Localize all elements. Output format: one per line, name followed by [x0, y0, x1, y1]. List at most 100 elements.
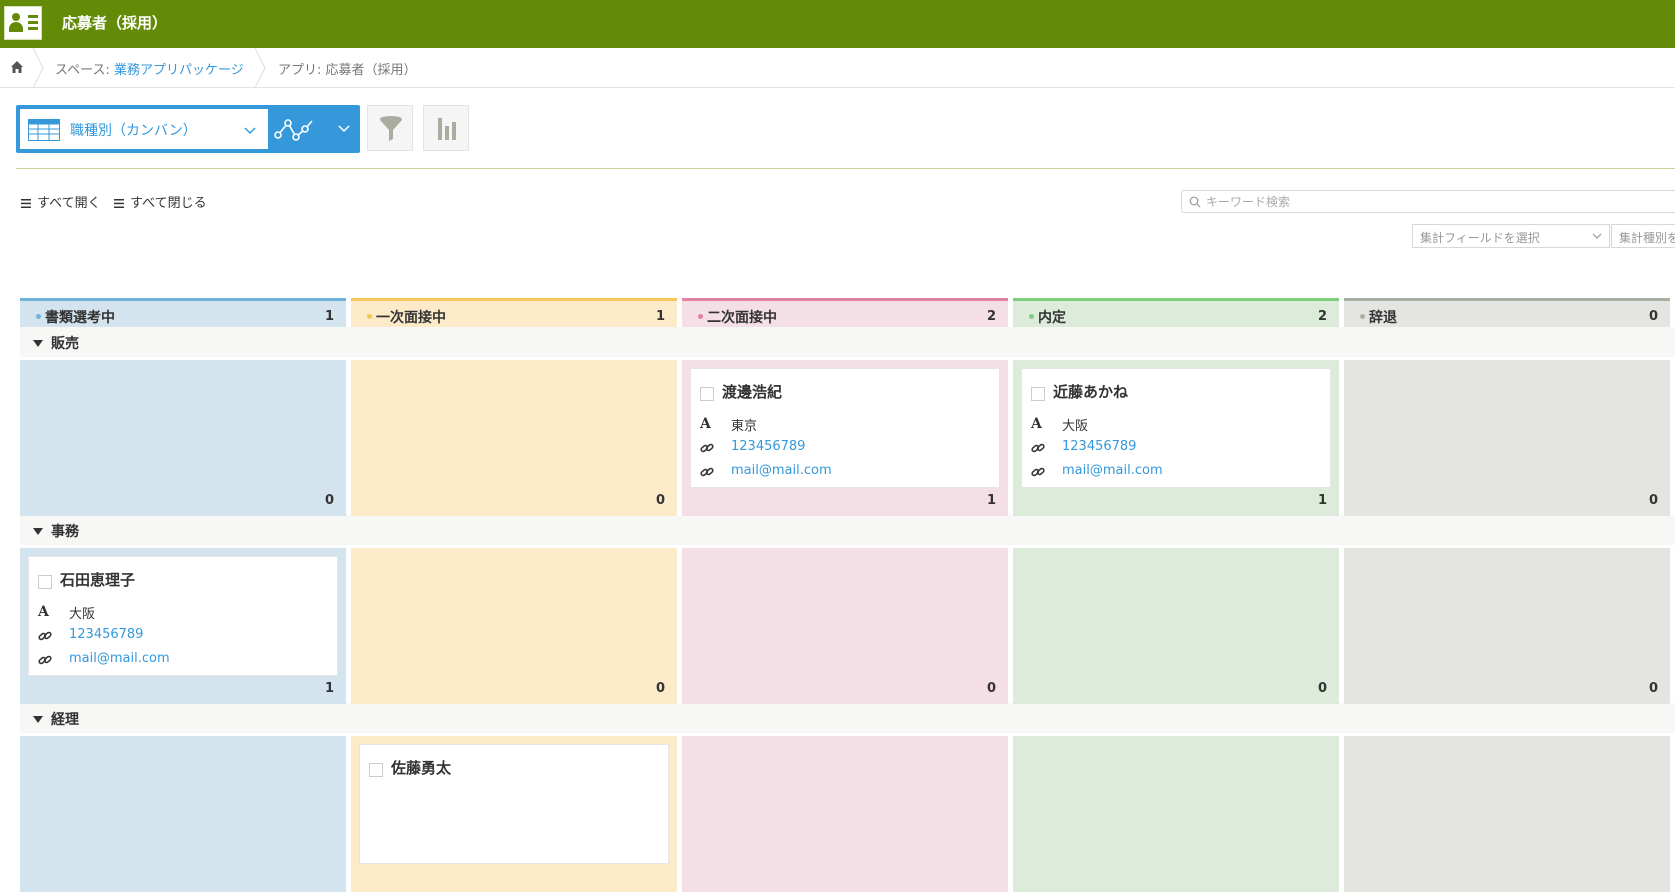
- cell-count: 0: [1648, 681, 1658, 696]
- swimlane-header[interactable]: 販売: [20, 327, 1675, 357]
- kanban-cell: [1344, 736, 1670, 892]
- chevron-down-icon: [1592, 233, 1602, 239]
- chevron-down-icon[interactable]: [338, 125, 350, 133]
- app-header: 応募者（採用）: [0, 0, 1675, 48]
- applicant-card[interactable]: 近藤あかね A 大阪 123456789 mail@mail.com: [1021, 368, 1331, 488]
- list-icon: [21, 199, 31, 208]
- phone-link[interactable]: 123456789: [69, 627, 143, 642]
- phone-link[interactable]: 123456789: [731, 439, 805, 454]
- kanban-cell: 0: [1013, 548, 1339, 704]
- location-value: 大阪: [69, 607, 96, 622]
- graph-icon[interactable]: [274, 117, 316, 143]
- collapse-triangle-icon: [33, 339, 43, 347]
- kanban-cell: 0: [1344, 360, 1670, 516]
- applicant-name: 近藤あかね: [1053, 383, 1129, 401]
- swimlane-label: 経理: [33, 709, 79, 729]
- kanban-cell: [20, 736, 346, 892]
- expand-all-button[interactable]: すべて開く: [21, 192, 101, 211]
- text-field-icon: A: [38, 604, 49, 620]
- swimlane-label: 販売: [33, 333, 79, 353]
- card-checkbox[interactable]: [369, 763, 383, 777]
- expand-all-label: すべて開く: [37, 196, 101, 211]
- home-icon[interactable]: [10, 60, 24, 74]
- breadcrumb-separator-icon: [254, 48, 266, 88]
- kanban-cell: 近藤あかね A 大阪 123456789 mail@mail.com 1: [1013, 360, 1339, 516]
- column-name: 二次面接中: [707, 310, 777, 326]
- applicant-card[interactable]: 佐藤勇太: [359, 744, 669, 864]
- kanban-cell: 0: [351, 548, 677, 704]
- swimlane-label: 事務: [33, 521, 79, 541]
- column-name: 辞退: [1369, 310, 1397, 326]
- divider: [16, 168, 1675, 169]
- aggregate-field-select[interactable]: 集計フィールドを選択: [1412, 224, 1610, 248]
- link-icon: [38, 655, 52, 665]
- bar-chart-icon: [438, 118, 456, 140]
- link-icon: [1031, 443, 1045, 453]
- status-dot: [36, 314, 41, 319]
- filter-button[interactable]: [367, 105, 413, 151]
- kanban-cell: 佐藤勇太: [351, 736, 677, 892]
- column-count: 1: [655, 309, 665, 324]
- email-link[interactable]: mail@mail.com: [1062, 463, 1163, 478]
- applicant-card[interactable]: 石田恵理子 A 大阪 123456789 mail@mail.com: [28, 556, 338, 676]
- contact-card-icon[interactable]: [4, 6, 42, 40]
- keyword-search: [1181, 190, 1675, 213]
- location-value: 大阪: [1062, 419, 1089, 434]
- collapse-triangle-icon: [33, 527, 43, 535]
- cell-count: 0: [655, 681, 665, 696]
- search-icon: [1189, 196, 1201, 208]
- app-title: 応募者（採用）: [62, 14, 168, 32]
- cell-count: 1: [986, 493, 996, 508]
- column-name: 内定: [1038, 310, 1066, 326]
- status-dot: [1360, 314, 1365, 319]
- column-header: 内定 2: [1013, 298, 1339, 328]
- kanban-cell: 0: [20, 360, 346, 516]
- column-count: 2: [986, 309, 996, 324]
- column-header: 辞退 0: [1344, 298, 1670, 328]
- applicant-card[interactable]: 渡邊浩紀 A 東京 123456789 mail@mail.com: [690, 368, 1000, 488]
- text-field-icon: A: [1031, 416, 1042, 432]
- email-link[interactable]: mail@mail.com: [69, 651, 170, 666]
- card-checkbox[interactable]: [700, 387, 714, 401]
- kanban-cell: 0: [351, 360, 677, 516]
- collapse-triangle-icon: [33, 715, 43, 723]
- status-dot: [1029, 314, 1034, 319]
- applicant-name: 佐藤勇太: [391, 759, 452, 777]
- list-icon: [114, 199, 124, 208]
- collapse-all-button[interactable]: すべて閉じる: [114, 192, 207, 211]
- kanban-cell: 0: [1344, 548, 1670, 704]
- breadcrumb-app-name: 応募者（採用）: [325, 63, 417, 78]
- chart-button[interactable]: [423, 105, 469, 151]
- view-dropdown[interactable]: 職種別（カンバン）: [20, 109, 268, 149]
- card-checkbox[interactable]: [38, 575, 52, 589]
- phone-link[interactable]: 123456789: [1062, 439, 1136, 454]
- cell-count: 0: [324, 493, 334, 508]
- search-input[interactable]: [1206, 192, 1666, 211]
- column-header: 書類選考中 1: [20, 298, 346, 328]
- status-dot: [367, 314, 372, 319]
- status-dot: [698, 314, 703, 319]
- email-link[interactable]: mail@mail.com: [731, 463, 832, 478]
- cell-count: 1: [324, 681, 334, 696]
- link-icon: [1031, 467, 1045, 477]
- column-name: 書類選考中: [45, 310, 115, 326]
- table-view-icon: [28, 119, 60, 141]
- breadcrumb-space-prefix: スペース:: [55, 63, 114, 78]
- column-count: 1: [324, 309, 334, 324]
- cell-count: 0: [1317, 681, 1327, 696]
- swimlane-header[interactable]: 経理: [20, 703, 1675, 733]
- swimlane-name: 販売: [51, 336, 79, 352]
- filter-icon: [380, 116, 402, 141]
- kanban-cell: 石田恵理子 A 大阪 123456789 mail@mail.com 1: [20, 548, 346, 704]
- cell-count: 1: [1317, 493, 1327, 508]
- kanban-cell: 渡邊浩紀 A 東京 123456789 mail@mail.com 1: [682, 360, 1008, 516]
- aggregate-type-select[interactable]: 集計種別を: [1611, 224, 1675, 248]
- column-count: 0: [1648, 309, 1658, 324]
- swimlane-name: 事務: [51, 524, 79, 540]
- column-count: 2: [1317, 309, 1327, 324]
- collapse-all-label: すべて閉じる: [130, 196, 207, 211]
- breadcrumb-separator-icon: [32, 48, 44, 88]
- space-link[interactable]: 業務アプリパッケージ: [114, 63, 244, 78]
- card-checkbox[interactable]: [1031, 387, 1045, 401]
- swimlane-header[interactable]: 事務: [20, 515, 1675, 545]
